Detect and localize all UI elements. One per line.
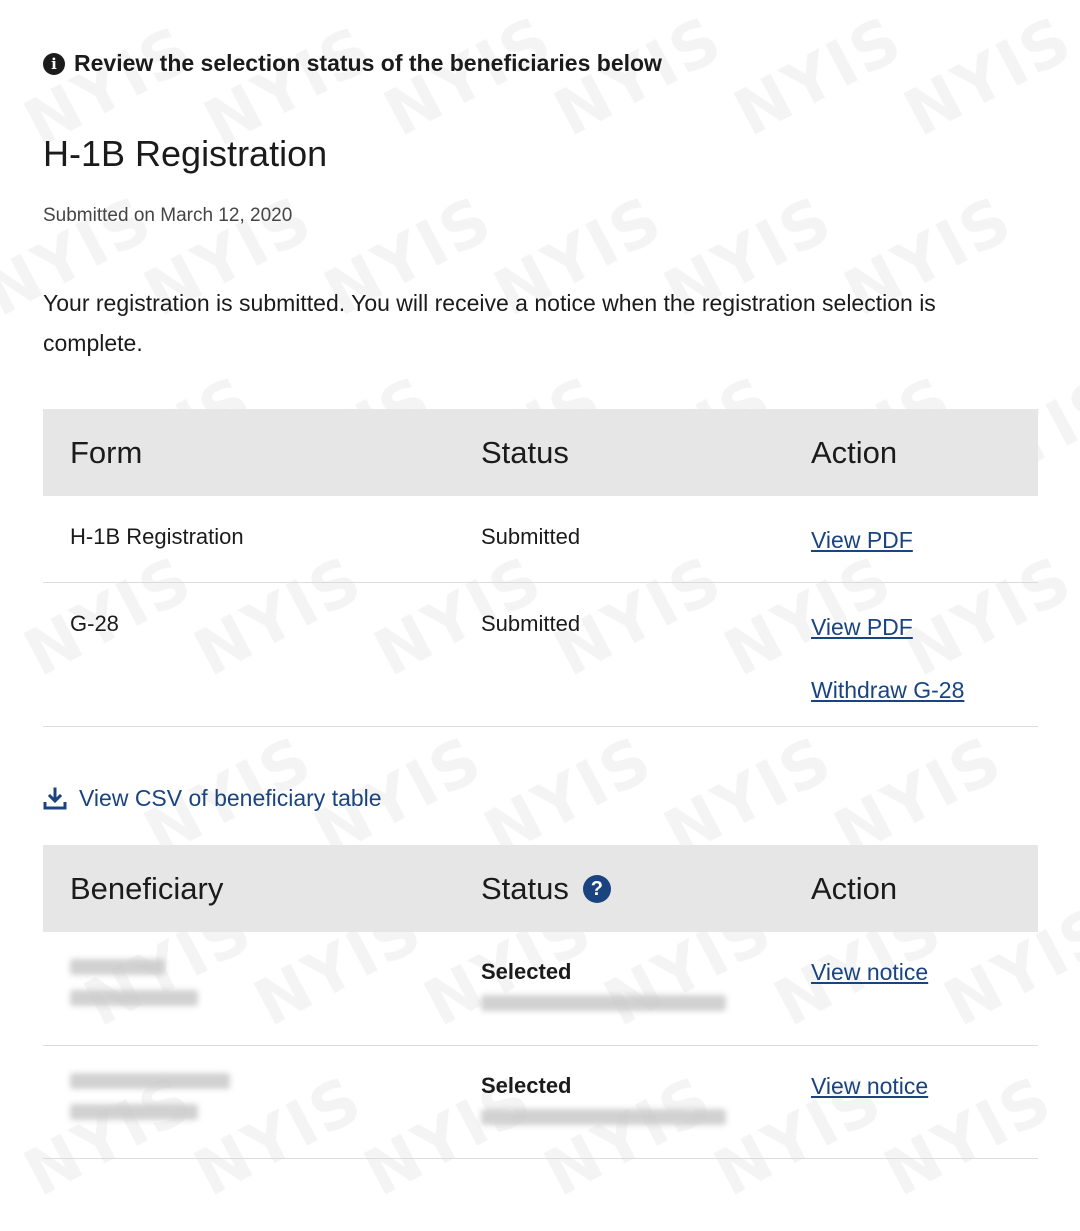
column-header-beneficiary: Beneficiary [43, 845, 454, 932]
form-name: G-28 [43, 582, 454, 727]
selection-status-cell: Selected [454, 932, 781, 1046]
beneficiary-cell [43, 1045, 454, 1159]
view-notice-link[interactable]: View notice [811, 959, 928, 986]
form-name: H-1B Registration [43, 496, 454, 583]
intro-text: Your registration is submitted. You will… [43, 290, 936, 356]
form-status: Submitted [454, 582, 781, 727]
table-row: Selected View notice [43, 1045, 1038, 1159]
watermark: NYIS [373, 3, 565, 152]
watermark: NYIS [893, 3, 1080, 152]
form-status: Submitted [454, 496, 781, 583]
table-row: Selected View notice [43, 932, 1038, 1046]
redacted-name [70, 1072, 230, 1089]
info-icon: i [43, 52, 65, 75]
column-header-status: Status ? [454, 845, 781, 932]
question-circle-icon[interactable]: ? [582, 874, 611, 903]
page: NYIS NYIS NYIS NYIS NYIS NYIS NYIS NYIS … [0, 0, 1080, 1231]
redacted-confirmation-number [481, 1108, 726, 1125]
view-pdf-link[interactable]: View PDF [811, 527, 913, 554]
selection-status-notice: i Review the selection status of the ben… [43, 50, 662, 77]
redacted-date [70, 990, 198, 1006]
beneficiary-action-cell: View notice [781, 932, 1038, 1046]
selection-status: Selected [481, 1072, 572, 1098]
watermark: NYIS [723, 3, 915, 152]
redacted-date [70, 1103, 198, 1120]
column-header-action: Action [781, 409, 1038, 496]
table-header-row: Form Status Action [43, 409, 1038, 496]
view-csv-link[interactable]: View CSV of beneficiary table [43, 785, 382, 812]
column-header-action: Action [781, 845, 1038, 932]
column-header-form: Form [43, 409, 454, 496]
beneficiary-cell [43, 932, 454, 1046]
forms-table: Form Status Action H-1B Registration Sub… [43, 409, 1038, 727]
download-icon [43, 787, 67, 809]
form-actions: View PDF [781, 496, 1038, 583]
notice-text: Review the selection status of the benef… [74, 50, 662, 76]
withdraw-g28-link[interactable]: Withdraw G-28 [811, 677, 964, 704]
view-csv-label: View CSV of beneficiary table [79, 785, 382, 811]
column-header-status: Status [454, 409, 781, 496]
view-pdf-link[interactable]: View PDF [811, 614, 913, 641]
selection-status: Selected [481, 959, 572, 984]
page-title: H-1B Registration [43, 133, 328, 174]
beneficiary-table: Beneficiary Status ? Action Selected Vie… [43, 845, 1038, 1159]
table-row: G-28 Submitted View PDF Withdraw G-28 [43, 582, 1038, 727]
table-header-row: Beneficiary Status ? Action [43, 845, 1038, 932]
view-notice-link[interactable]: View notice [811, 1073, 928, 1100]
status-header-label: Status [481, 870, 569, 906]
redacted-confirmation-number [481, 995, 726, 1011]
table-row: H-1B Registration Submitted View PDF [43, 496, 1038, 583]
submitted-date: Submitted on March 12, 2020 [43, 205, 293, 226]
selection-status-cell: Selected [454, 1045, 781, 1159]
redacted-name [70, 959, 165, 975]
form-actions: View PDF Withdraw G-28 [781, 582, 1038, 727]
beneficiary-action-cell: View notice [781, 1045, 1038, 1159]
watermark: NYIS [543, 3, 735, 152]
